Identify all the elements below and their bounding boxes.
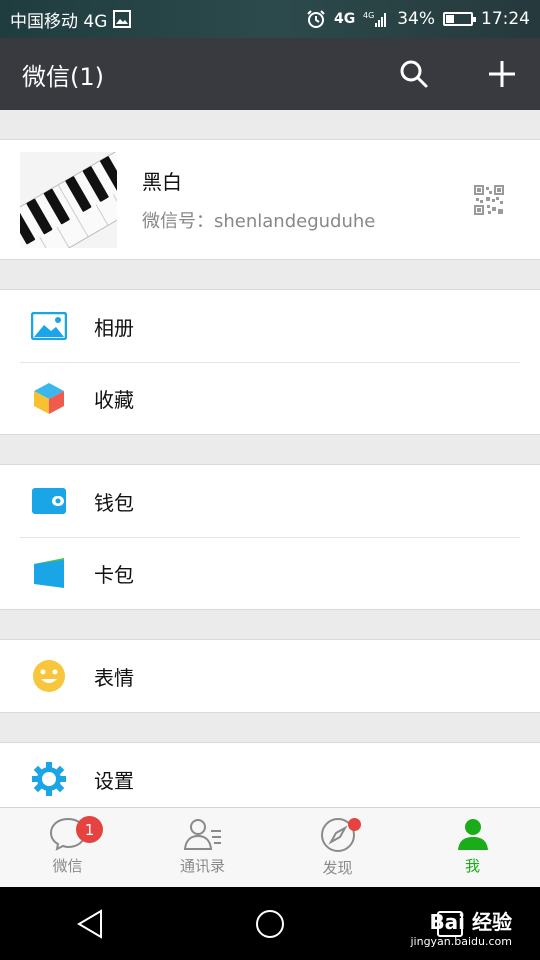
title-bar: 微信(1): [0, 38, 540, 110]
menu-item-settings[interactable]: 设置: [0, 743, 540, 807]
tab-me[interactable]: 我: [405, 808, 540, 887]
wechat-id: 微信号：shenlandeguduhe: [142, 211, 376, 232]
card-pack-icon: [30, 554, 68, 592]
cards-label: 卡包: [94, 562, 134, 587]
page-title: 微信(1): [22, 62, 104, 91]
home-circle-icon: [256, 909, 284, 938]
carrier-text: 中国移动 4G: [10, 11, 108, 32]
battery-percent: 34%: [397, 9, 435, 29]
wallet-icon: [30, 482, 68, 520]
svg-text:4G: 4G: [363, 11, 374, 20]
battery-icon: [443, 12, 476, 26]
status-bar: 中国移动 4G 4G 4G 34% 17:24: [0, 0, 540, 38]
signal-icon: 4G: [363, 10, 389, 28]
person-icon: [457, 819, 488, 850]
bottom-tab-bar: 1 微信 通讯录 发现 我: [0, 807, 540, 887]
favorites-cube-icon: [30, 379, 68, 417]
settings-gear-icon: [30, 760, 68, 798]
clock: 17:24: [481, 9, 530, 29]
album-icon: [30, 307, 68, 345]
image-notification-icon: [113, 10, 132, 28]
tab-chats-label: 微信: [52, 857, 83, 875]
alarm-icon: [306, 9, 326, 29]
system-navigation-bar: Bai 经验 jingyan.baidu.com: [0, 887, 540, 960]
smiley-icon: [30, 657, 68, 695]
settings-label: 设置: [94, 768, 134, 793]
menu-group-2: 钱包 卡包: [0, 464, 540, 610]
tab-discover[interactable]: 发现: [270, 808, 405, 887]
watermark-main: Bai 经验: [429, 910, 512, 934]
tab-chats[interactable]: 1 微信: [0, 808, 135, 887]
watermark-url: jingyan.baidu.com: [410, 935, 512, 948]
network-type-text: 4G: [333, 11, 356, 27]
unread-badge: 1: [76, 816, 103, 843]
stickers-label: 表情: [94, 665, 134, 690]
home-button[interactable]: [250, 904, 290, 944]
menu-item-stickers[interactable]: 表情: [0, 640, 540, 712]
menu-item-wallet[interactable]: 钱包: [0, 465, 540, 537]
album-label: 相册: [94, 315, 134, 340]
menu-group-4: 设置: [0, 742, 540, 807]
tab-discover-label: 发现: [322, 859, 353, 877]
new-content-dot: [348, 818, 361, 831]
back-button[interactable]: [70, 904, 110, 944]
qr-code-icon[interactable]: [474, 184, 504, 215]
back-triangle-icon: [77, 908, 102, 939]
search-button[interactable]: [398, 58, 430, 90]
me-page-content: 黑白 微信号：shenlandeguduhe 相册 收藏 钱包 卡包 表情 设置: [0, 110, 540, 807]
favorites-label: 收藏: [94, 387, 134, 412]
tab-contacts[interactable]: 通讯录: [135, 808, 270, 887]
avatar: [20, 151, 117, 248]
plus-icon: [489, 61, 515, 87]
menu-item-album[interactable]: 相册: [0, 290, 540, 362]
profile-name: 黑白: [142, 170, 182, 194]
tab-me-label: 我: [464, 857, 480, 875]
wallet-label: 钱包: [94, 490, 134, 515]
profile-card[interactable]: 黑白 微信号：shenlandeguduhe: [0, 139, 540, 260]
menu-item-cards[interactable]: 卡包: [0, 537, 540, 609]
menu-group-3: 表情: [0, 639, 540, 713]
search-icon: [400, 60, 428, 88]
baidu-jingyan-watermark: Bai 经验 jingyan.baidu.com: [410, 906, 512, 948]
contacts-icon: [183, 819, 221, 850]
add-button[interactable]: [486, 58, 518, 90]
menu-item-favorites[interactable]: 收藏: [0, 362, 540, 434]
menu-group-1: 相册 收藏: [0, 289, 540, 435]
tab-contacts-label: 通讯录: [179, 857, 225, 875]
